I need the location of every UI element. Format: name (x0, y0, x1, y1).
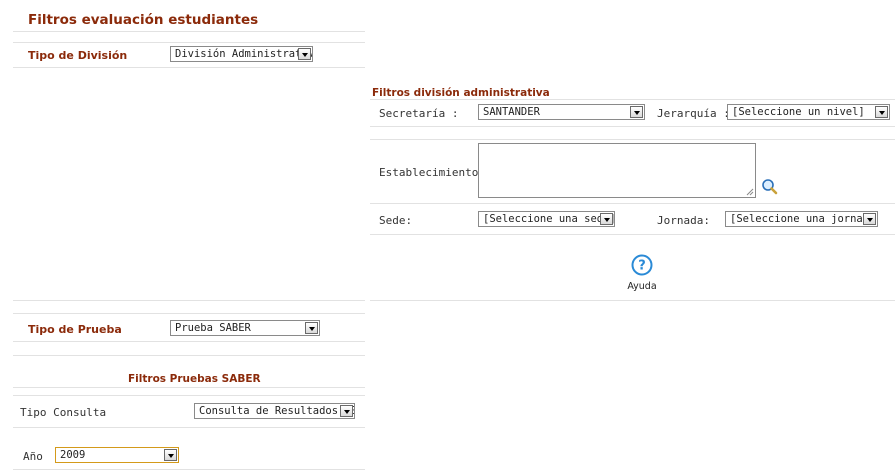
ayuda-label: Ayuda (627, 281, 657, 292)
sede-select[interactable]: [Seleccione una sede] (478, 211, 615, 227)
tipo-prueba-label: Tipo de Prueba (28, 323, 122, 336)
chevron-down-icon[interactable] (863, 213, 876, 225)
sede-label: Sede: (379, 214, 413, 227)
chevron-down-icon[interactable] (875, 106, 888, 118)
tipo-consulta-label: Tipo Consulta (20, 406, 107, 419)
help-circle-icon[interactable]: ? (631, 254, 653, 276)
chevron-down-icon[interactable] (630, 106, 643, 118)
establecimiento-textarea[interactable] (478, 143, 756, 198)
svg-text:?: ? (638, 259, 646, 274)
jerarquia-select[interactable]: [Seleccione un nivel] (727, 104, 890, 120)
anio-label: Año (23, 450, 43, 463)
tipo-division-select[interactable]: División Administrativa (170, 46, 313, 62)
jerarquia-label: Jerarquía : (657, 107, 730, 120)
chevron-down-icon[interactable] (600, 213, 613, 225)
jornada-select[interactable]: [Seleccione una jornada] (725, 211, 878, 227)
search-icon[interactable] (761, 178, 778, 195)
division-admin-title: Filtros división administrativa (372, 87, 550, 99)
tipo-division-label: Tipo de División (28, 49, 128, 62)
secretaria-label: Secretaría : (379, 107, 459, 120)
secretaria-select[interactable]: SANTANDER (478, 104, 645, 120)
page-title: Filtros evaluación estudiantes (28, 12, 259, 28)
anio-select[interactable]: 2009 (55, 447, 179, 463)
ayuda-button[interactable]: ? Ayuda (617, 254, 667, 292)
tipo-prueba-select[interactable]: Prueba SABER (170, 320, 320, 336)
resize-grip-icon[interactable] (746, 188, 754, 196)
chevron-down-icon[interactable] (305, 322, 318, 334)
chevron-down-icon[interactable] (340, 405, 353, 417)
tipo-consulta-select[interactable]: Consulta de Resultados SE (194, 403, 355, 419)
chevron-down-icon[interactable] (164, 449, 177, 461)
chevron-down-icon[interactable] (298, 48, 311, 60)
jornada-label: Jornada: (657, 214, 710, 227)
saber-title: Filtros Pruebas SABER (128, 373, 261, 385)
establecimiento-label: Establecimiento : (379, 166, 492, 179)
